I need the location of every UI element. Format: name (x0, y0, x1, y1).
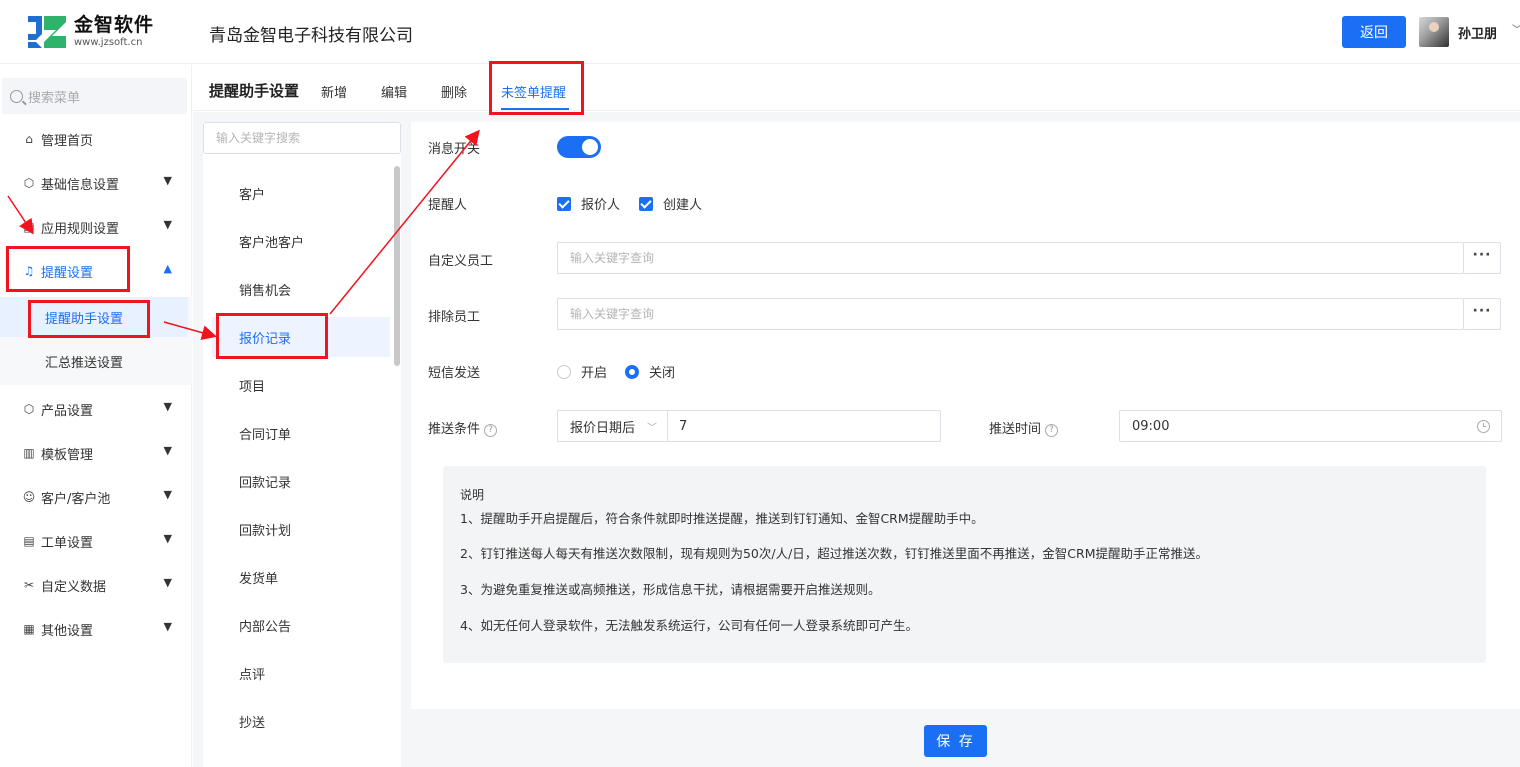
annotation-arrow (7, 195, 34, 235)
annotation-arrow (163, 321, 217, 340)
annotation-arrows (7, 129, 480, 340)
annotation-arrow (329, 129, 480, 315)
